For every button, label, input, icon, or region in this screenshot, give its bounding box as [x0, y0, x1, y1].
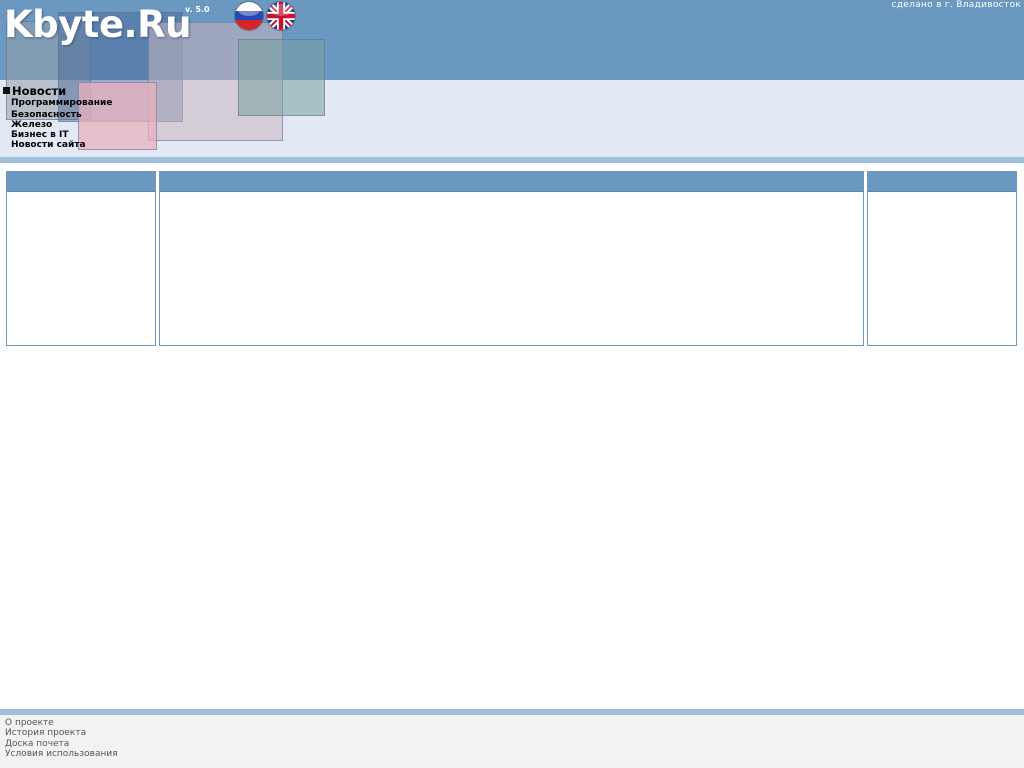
nav-item-hardware[interactable]: Железо: [11, 120, 112, 130]
footer-link-history[interactable]: История проекта: [5, 728, 1024, 738]
made-in-caption: сделано в г. Владивосток: [891, 0, 1021, 10]
nav-item-label: Новости: [12, 83, 67, 98]
footer-link-honor-board[interactable]: Доска почета: [5, 739, 1024, 749]
nav-item-news[interactable]: Новости: [3, 83, 112, 98]
uk-flag-icon[interactable]: [266, 1, 296, 31]
nav-item-site-news[interactable]: Новости сайта: [11, 140, 112, 150]
footer-links: О проекте История проекта Доска почета У…: [0, 715, 1024, 759]
main-content-panel: [159, 171, 864, 346]
right-panel-header: [868, 172, 1016, 192]
footer: О проекте История проекта Доска почета У…: [0, 715, 1024, 768]
left-panel-header: [7, 172, 155, 192]
left-sidebar-panel: [6, 171, 156, 346]
footer-link-terms[interactable]: Условия использования: [5, 749, 1024, 759]
russian-flag-icon[interactable]: [234, 1, 264, 31]
main-panel-header: [160, 172, 863, 192]
decorative-square: [238, 39, 325, 116]
nav-item-programming[interactable]: Программирование: [11, 98, 112, 108]
site-logo[interactable]: Kbyte.Ru: [4, 1, 191, 49]
nav-item-it-business[interactable]: Бизнес в IT: [11, 130, 112, 140]
header-divider: [0, 157, 1024, 163]
section-nav: Новости Программирование Безопасность Же…: [3, 84, 112, 150]
footer-link-about[interactable]: О проекте: [5, 718, 1024, 728]
nav-item-security[interactable]: Безопасность: [11, 110, 112, 120]
version-label: v. 5.0: [185, 5, 210, 14]
bullet-icon: [3, 87, 10, 94]
right-sidebar-panel: [867, 171, 1017, 346]
